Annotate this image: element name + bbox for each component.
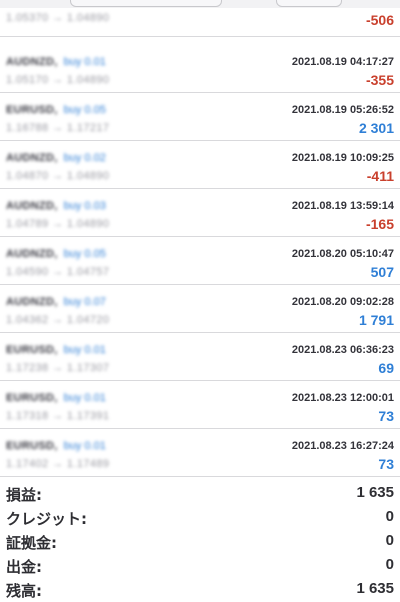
trade-time: 2021.08.23 06:36:23 — [291, 344, 394, 356]
trade-symbol: EURUSD, buy 0.01 — [6, 392, 106, 404]
summary-value: 1 635 — [356, 580, 394, 597]
trade-pair: AUDNZD, — [6, 56, 58, 68]
trade-symbol: AUDNZD, buy 0.03 — [6, 200, 106, 212]
summary-label: 証拠金: — [6, 534, 57, 552]
trade-profit: 73 — [378, 408, 394, 424]
trade-profit: -411 — [366, 168, 394, 184]
trade-row[interactable]: AUDNZD,buy 0.011.05370 → 1.04890-506 — [0, 0, 400, 37]
trade-row[interactable]: EURUSD, buy 0.05 1.16788 → 1.17217 2021.08.… — [0, 94, 400, 141]
trade-profit: -506 — [365, 12, 394, 28]
summary-row: 出金: 0 — [0, 554, 400, 578]
trade-time: 2021.08.20 05:10:47 — [291, 248, 394, 260]
trade-row[interactable]: AUDNZD, buy 0.03 1.04789 → 1.04890 2021.08.… — [0, 190, 400, 237]
trade-profit: -355 — [365, 72, 394, 88]
trade-row[interactable]: AUDNZD, buy 0.01 1.05170 → 1.04890 2021.08.… — [0, 46, 400, 93]
trade-prices: 1.04789 → 1.04890 — [6, 218, 110, 230]
trade-symbol: AUDNZD, buy 0.02 — [6, 152, 106, 164]
trade-symbol: AUDNZD, buy 0.05 — [6, 248, 106, 260]
trade-side: buy 0.05 — [63, 104, 106, 116]
trade-pair: AUDNZD, — [6, 200, 58, 212]
trade-profit: 1 791 — [358, 312, 394, 328]
trade-symbol: EURUSD, buy 0.01 — [6, 344, 106, 356]
trade-symbol: EURUSD, buy 0.05 — [6, 104, 106, 116]
trade-side: buy 0.07 — [63, 296, 106, 308]
summary-row: 損益: 1 635 — [0, 482, 400, 506]
trade-profit: 2 301 — [358, 120, 394, 136]
trade-symbol: AUDNZD, buy 0.07 — [6, 296, 106, 308]
trade-side: buy 0.03 — [63, 200, 106, 212]
trade-symbol: AUDNZD, buy 0.01 — [6, 56, 106, 68]
trade-prices: 1.05370 → 1.04890 — [6, 12, 110, 24]
trade-profit: 507 — [370, 264, 394, 280]
trade-row[interactable]: EURUSD, buy 0.01 1.17238 → 1.17307 2021.08.… — [0, 334, 400, 381]
trade-side: buy 0.01 — [63, 56, 106, 68]
summary-value: 1 635 — [356, 484, 394, 501]
summary-value: 0 — [385, 508, 394, 525]
trade-time: 2021.08.20 09:02:28 — [291, 296, 394, 308]
trade-row[interactable]: AUDNZD, buy 0.02 1.04870 → 1.04890 2021.08.… — [0, 142, 400, 189]
trade-row[interactable]: EURUSD, buy 0.01 1.17318 → 1.17391 2021.08.… — [0, 382, 400, 429]
trade-prices: 1.17318 → 1.17391 — [6, 410, 110, 422]
trade-side: buy 0.01 — [63, 392, 106, 404]
trade-profit: 73 — [378, 456, 394, 472]
summary-label: 出金: — [6, 558, 42, 576]
trade-time: 2021.08.23 12:00:01 — [291, 392, 394, 404]
trade-prices: 1.17402 → 1.17489 — [6, 458, 110, 470]
trade-row[interactable]: AUDNZD, buy 0.05 1.04590 → 1.04757 2021.08.… — [0, 238, 400, 285]
trade-pair: EURUSD, — [6, 440, 58, 452]
trade-row[interactable]: AUDNZD, buy 0.07 1.04362 → 1.04720 2021.08.… — [0, 286, 400, 333]
summary-label: 残高: — [6, 582, 42, 600]
trade-side: buy 0.01 — [63, 440, 106, 452]
trade-side: buy 0.02 — [63, 152, 106, 164]
summary-row: 残高: 1 635 — [0, 578, 400, 602]
summary-value: 0 — [385, 532, 394, 549]
trade-time: 2021.08.19 10:09:25 — [291, 152, 394, 164]
trade-symbol: EURUSD, buy 0.01 — [6, 440, 106, 452]
summary-value: 0 — [385, 556, 394, 573]
trade-pair: EURUSD, — [6, 392, 58, 404]
trade-side: buy 0.05 — [63, 248, 106, 260]
trade-prices: 1.16788 → 1.17217 — [6, 122, 110, 134]
trade-profit: 69 — [378, 360, 394, 376]
trade-pair: EURUSD, — [6, 104, 58, 116]
trade-row[interactable]: EURUSD, buy 0.01 1.17402 → 1.17489 2021.08.… — [0, 430, 400, 477]
trade-prices: 1.04362 → 1.04720 — [6, 314, 110, 326]
trade-pair: EURUSD, — [6, 344, 58, 356]
summary-row: クレジット: 0 — [0, 506, 400, 530]
trade-side: buy 0.01 — [63, 344, 106, 356]
trade-prices: 1.04590 → 1.04757 — [6, 266, 110, 278]
trade-time: 2021.08.19 04:17:27 — [291, 56, 394, 68]
trade-pair: AUDNZD, — [6, 248, 58, 260]
trade-prices: 1.17238 → 1.17307 — [6, 362, 110, 374]
summary-label: クレジット: — [6, 510, 87, 528]
trade-pair: AUDNZD, — [6, 152, 58, 164]
summary-row: 証拠金: 0 — [0, 530, 400, 554]
trade-time: 2021.08.19 05:26:52 — [291, 104, 394, 116]
trade-profit: -165 — [365, 216, 394, 232]
summary-label: 損益: — [6, 486, 42, 504]
trade-prices: 1.05170 → 1.04890 — [6, 74, 110, 86]
trade-time: 2021.08.23 16:27:24 — [291, 440, 394, 452]
trade-time: 2021.08.19 13:59:14 — [291, 200, 394, 212]
trade-prices: 1.04870 → 1.04890 — [6, 170, 110, 182]
trade-pair: AUDNZD, — [6, 296, 58, 308]
